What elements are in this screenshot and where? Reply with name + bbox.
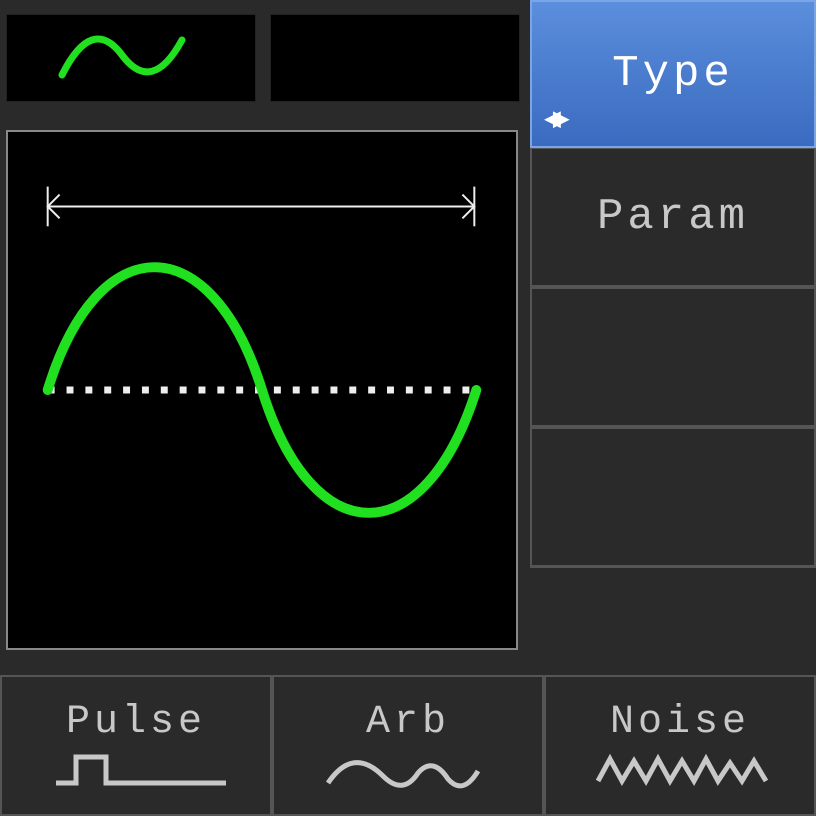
menu-label: Type — [612, 49, 734, 99]
waveform-preview — [6, 130, 518, 650]
button-label: Pulse — [66, 700, 206, 745]
menu-item-empty-2[interactable] — [530, 428, 816, 568]
sine-preview-icon — [8, 132, 516, 648]
thumbnail-channel-1[interactable] — [6, 14, 256, 102]
main-area — [0, 0, 530, 675]
right-menu: Type ◀▶ Param — [530, 0, 816, 675]
noise-icon — [580, 751, 780, 791]
pulse-icon — [36, 751, 236, 791]
button-label: Noise — [610, 700, 750, 745]
menu-item-empty-1[interactable] — [530, 288, 816, 428]
thumbnail-row — [0, 14, 530, 102]
waveform-arb-button[interactable]: Arb — [272, 675, 544, 816]
waveform-pulse-button[interactable]: Pulse — [0, 675, 272, 816]
menu-label: Param — [597, 192, 749, 242]
menu-item-type[interactable]: Type ◀▶ — [530, 0, 816, 148]
sine-icon — [7, 15, 257, 103]
arb-icon — [308, 751, 508, 791]
menu-item-param[interactable]: Param — [530, 148, 816, 288]
bottom-row: Pulse Arb Noise — [0, 675, 816, 816]
thumbnail-channel-2[interactable] — [270, 14, 520, 102]
waveform-noise-button[interactable]: Noise — [544, 675, 816, 816]
left-right-indicator-icon: ◀▶ — [544, 101, 562, 136]
button-label: Arb — [366, 700, 450, 745]
